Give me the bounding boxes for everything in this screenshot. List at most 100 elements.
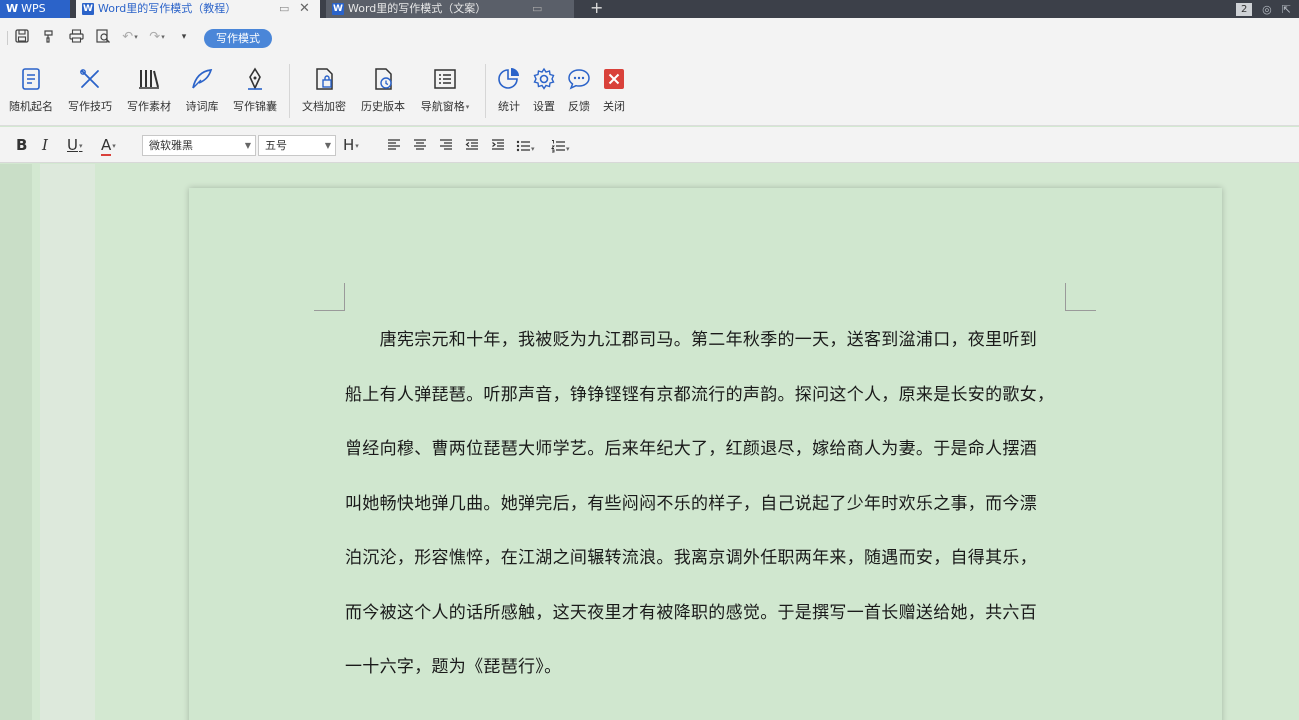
- dropdown-arrow-icon: ▾: [566, 144, 570, 153]
- document-canvas: 唐宪宗元和十年，我被贬为九江郡司马。第二年秋季的一天，送客到湓浦口，夜里听到 船…: [0, 164, 1299, 720]
- writing-kit-icon: [248, 67, 262, 90]
- chevron-down-icon: ▼: [324, 141, 331, 150]
- settings-button[interactable]: 设置: [525, 66, 563, 120]
- new-tab-icon[interactable]: +: [590, 0, 603, 17]
- divider: [289, 64, 290, 118]
- dropdown-arrow-icon: ▾: [531, 144, 535, 153]
- text-line: 叫她畅快地弹几曲。她弹完后，有些闷闷不乐的样子，自己说起了少年时欢乐之事，而今漂: [345, 493, 1037, 514]
- dropdown-arrow-icon: ▾: [78, 141, 83, 150]
- align-right-icon[interactable]: [439, 138, 453, 152]
- writing-tips-button[interactable]: 写作技巧: [62, 66, 118, 120]
- align-center-icon[interactable]: [413, 138, 427, 152]
- text-line: 泊沉沦，形容憔悴，在江湖之间辗转流浪。我离京调外任职两年来，随遇而安，自得其乐，: [345, 548, 1037, 568]
- button-label: 历史版本: [361, 100, 405, 113]
- button-label: 设置: [533, 100, 555, 113]
- pin-icon[interactable]: ▭: [279, 0, 289, 18]
- document-body[interactable]: 唐宪宗元和十年，我被贬为九江郡司马。第二年秋季的一天，送客到湓浦口，夜里听到 船…: [345, 323, 1067, 705]
- feedback-button[interactable]: 反馈: [560, 66, 598, 120]
- tab-label: Word里的写作模式（教程）: [98, 2, 237, 15]
- writing-material-button[interactable]: 写作素材: [121, 66, 177, 120]
- encrypt-document-button[interactable]: 文档加密: [296, 66, 352, 120]
- writing-kit-button[interactable]: 写作锦囊: [227, 66, 283, 120]
- bold-button[interactable]: B: [16, 136, 27, 154]
- tab-close-icon[interactable]: ✕: [299, 0, 310, 18]
- pin-icon[interactable]: ▭: [532, 0, 542, 18]
- statistics-button[interactable]: 统计: [490, 66, 528, 120]
- button-label: 随机起名: [9, 100, 53, 113]
- font-size-select[interactable]: 五号 ▼: [258, 135, 336, 156]
- wps-logo-icon: W: [6, 2, 19, 15]
- dropdown-arrow-icon: ▾: [465, 103, 470, 111]
- close-writing-mode-button[interactable]: 关闭: [595, 66, 633, 120]
- customize-quickbar-icon[interactable]: ▾: [176, 29, 192, 45]
- button-label: 导航窗格▾: [420, 100, 470, 113]
- margin-corner-marker: [1065, 283, 1096, 311]
- bullet-list-button[interactable]: ▾: [516, 138, 535, 157]
- numbered-list-icon: [551, 140, 565, 153]
- quick-access-icons: ↶▾ ↷▾ ▾: [14, 29, 192, 45]
- print-icon[interactable]: [68, 29, 84, 45]
- wps-home-tab[interactable]: W WPS: [0, 0, 70, 18]
- font-name-value: 微软雅黑: [149, 139, 193, 152]
- word-doc-icon: W: [332, 3, 344, 15]
- increase-indent-icon[interactable]: [491, 138, 505, 152]
- button-label: 反馈: [568, 100, 590, 113]
- align-left-icon[interactable]: [387, 138, 401, 152]
- text-line: 唐宪宗元和十年，我被贬为九江郡司马。第二年秋季的一天，送客到湓浦口，夜里听到: [345, 330, 1037, 350]
- dropdown-arrow-icon: ▾: [112, 141, 116, 150]
- text-line: 而今被这个人的话所感触，这天夜里才有被降职的感觉。于是撰写一首长赠送给她，共六百: [345, 602, 1037, 623]
- share-icon[interactable]: ⇱: [1282, 3, 1291, 16]
- random-name-icon: [22, 68, 40, 90]
- text-line: 一十六字，题为《琵琶行》。: [345, 657, 562, 677]
- dropdown-arrow-icon: ▾: [355, 141, 359, 150]
- feedback-icon: [568, 69, 590, 90]
- button-label: 关闭: [603, 100, 625, 113]
- button-label: 文档加密: [302, 100, 346, 113]
- navigation-pane-button[interactable]: 导航窗格▾: [414, 66, 476, 120]
- button-label: 统计: [498, 100, 520, 113]
- word-doc-icon: W: [82, 3, 94, 15]
- writing-mode-badge[interactable]: 写作模式: [204, 29, 272, 48]
- decrease-indent-icon[interactable]: [465, 138, 479, 152]
- settings-icon: [533, 67, 555, 90]
- underline-button[interactable]: U▾: [67, 136, 83, 155]
- left-margin-shade: [0, 164, 32, 720]
- random-name-button[interactable]: 随机起名: [3, 66, 59, 120]
- document-page[interactable]: 唐宪宗元和十年，我被贬为九江郡司马。第二年秋季的一天，送客到湓浦口，夜里听到 船…: [189, 188, 1222, 720]
- navigation-icon: [434, 69, 456, 89]
- button-label: 写作锦囊: [233, 100, 277, 113]
- text-line: 船上有人弹琵琶。听那声音，铮铮铿铿有京都流行的声韵。探问这个人，原来是长安的歌女…: [345, 384, 1055, 405]
- divider: [7, 31, 8, 45]
- margin-corner-marker: [314, 283, 345, 311]
- font-size-value: 五号: [265, 139, 287, 152]
- font-color-button[interactable]: A▾: [101, 136, 116, 156]
- window-count-badge[interactable]: 2: [1236, 2, 1253, 16]
- save-icon[interactable]: [14, 29, 30, 45]
- close-icon: [604, 69, 624, 89]
- font-name-select[interactable]: 微软雅黑 ▼: [142, 135, 256, 156]
- print-preview-icon[interactable]: [95, 29, 111, 45]
- italic-button[interactable]: I: [42, 136, 48, 154]
- poetry-library-button[interactable]: 诗词库: [174, 66, 230, 120]
- poetry-library-icon: [192, 69, 213, 89]
- chevron-down-icon: ▼: [244, 141, 251, 150]
- text-line: 曾经向穆、曹两位琵琶大师学艺。后来年纪大了，红颜退尽，嫁给商人为妻。于是命人摆酒: [345, 439, 1037, 459]
- numbered-list-button[interactable]: ▾: [551, 138, 570, 157]
- wps-tab-label: WPS: [21, 2, 46, 15]
- tab-label: Word里的写作模式（文案）: [348, 2, 487, 15]
- format-painter-icon[interactable]: [41, 29, 57, 45]
- encrypt-icon: [316, 68, 333, 90]
- history-version-button[interactable]: 历史版本: [355, 66, 411, 120]
- title-right-controls: 2 ◎ ⇱: [1236, 0, 1291, 18]
- skin-icon[interactable]: ◎: [1262, 3, 1272, 16]
- undo-icon[interactable]: ↶▾: [122, 29, 138, 45]
- stats-icon: [498, 68, 519, 89]
- writing-tips-icon: [80, 69, 99, 88]
- heading-button[interactable]: H▾: [343, 136, 359, 155]
- left-margin-shade: [40, 164, 95, 720]
- redo-icon[interactable]: ↷▾: [149, 29, 165, 45]
- title-bar: W WPS W Word里的写作模式（教程） ▭ ✕ W Word里的写作模式（文…: [0, 0, 1299, 18]
- writing-material-icon: [139, 70, 159, 89]
- format-toolbar: B I U▾ A▾ 微软雅黑 ▼ 五号 ▼ H▾ ▾ ▾: [0, 127, 1299, 163]
- bullet-list-icon: [516, 140, 530, 152]
